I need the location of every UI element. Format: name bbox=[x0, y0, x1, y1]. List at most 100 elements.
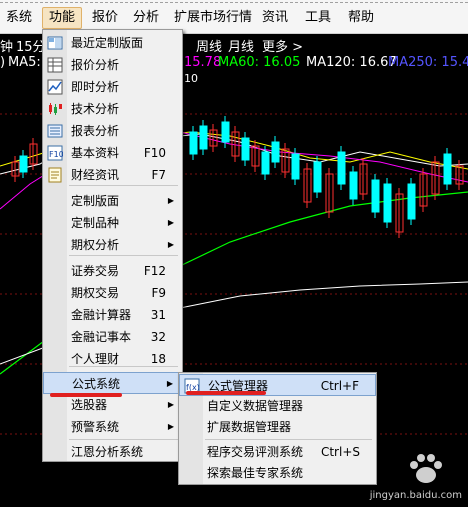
function-menu-item[interactable]: 报价分析 bbox=[43, 54, 182, 76]
menu-item-label: 证券交易 bbox=[71, 264, 120, 278]
submenu-arrow-icon: ▶ bbox=[167, 218, 174, 227]
function-menu-item[interactable]: 选股器 ▶ bbox=[43, 394, 182, 416]
menu-analysis[interactable]: 分析 bbox=[133, 7, 159, 29]
news-icon bbox=[47, 167, 63, 183]
submenu-item-label: 自定义数据管理器 bbox=[207, 399, 304, 413]
menu-item-label: 定制品种 bbox=[71, 216, 120, 230]
candle-body bbox=[383, 183, 392, 223]
menu-item-shortcut: 32 bbox=[150, 330, 166, 344]
menu-item-label: 公式系统 bbox=[72, 377, 121, 391]
candle-body bbox=[443, 153, 452, 185]
paw-logo-icon bbox=[410, 454, 442, 483]
menu-quote[interactable]: 报价 bbox=[92, 7, 118, 29]
submenu-item-label: 扩展数据管理器 bbox=[207, 420, 292, 434]
candle-body bbox=[271, 141, 280, 163]
menu-item-label: 报表分析 bbox=[71, 124, 120, 138]
function-menu-item[interactable]: 定制版面 ▶ bbox=[43, 190, 182, 212]
function-menu-item[interactable]: 证券交易 F12 bbox=[43, 260, 182, 282]
row2-prefix: ) bbox=[0, 55, 6, 70]
svg-text:F10: F10 bbox=[49, 150, 63, 159]
menu-item-label: 期权分析 bbox=[71, 238, 120, 252]
formula-submenu-item[interactable]: 程序交易评测系统 Ctrl+S bbox=[179, 441, 376, 463]
submenu-arrow-icon: ▶ bbox=[167, 400, 174, 409]
submenu-arrow-icon: ▶ bbox=[166, 379, 173, 388]
menu-item-label: 金融计算器 bbox=[71, 308, 132, 322]
line-chart-icon bbox=[47, 79, 63, 95]
candle-body bbox=[189, 131, 198, 155]
menu-tools[interactable]: 工具 bbox=[305, 7, 331, 29]
function-menu-item[interactable]: 技术分析 bbox=[43, 98, 182, 120]
menu-item-shortcut: F9 bbox=[151, 286, 166, 300]
menu-extended-market[interactable]: 扩展市场行情 bbox=[174, 7, 252, 29]
candle-body bbox=[19, 155, 28, 173]
ma20-value: 15.78 bbox=[184, 55, 222, 70]
function-menu-item[interactable]: 金融计算器 31 bbox=[43, 304, 182, 326]
period-week[interactable]: 周线 bbox=[196, 36, 222, 55]
candle-body bbox=[313, 161, 322, 193]
period-month[interactable]: 月线 bbox=[228, 36, 254, 55]
function-menu-item[interactable]: 金融记事本 32 bbox=[43, 326, 182, 348]
candle-body bbox=[407, 183, 416, 220]
formula-submenu: f(x) 公式管理器 Ctrl+F 自定义数据管理器 扩展数据管理器 程序交易评测系统 Ct… bbox=[178, 372, 377, 485]
menu-separator bbox=[205, 439, 372, 440]
function-menu-item[interactable]: 预警系统 ▶ bbox=[43, 416, 182, 438]
menu-item-label: 技术分析 bbox=[71, 102, 120, 116]
function-menu-item[interactable]: 期权分析 ▶ bbox=[43, 234, 182, 256]
ma60-value: MA60: 16.05 bbox=[218, 55, 301, 70]
table-icon bbox=[47, 57, 63, 73]
menu-item-label: 财经资讯 bbox=[71, 168, 120, 182]
menu-item-label: 最近定制版面 bbox=[71, 36, 144, 50]
ma120-value: MA120: 16.67 bbox=[306, 55, 397, 70]
menu-separator bbox=[69, 185, 178, 186]
menu-item-label: 即时分析 bbox=[71, 80, 120, 94]
menu-separator bbox=[69, 366, 178, 367]
formula-submenu-item[interactable]: 扩展数据管理器 bbox=[179, 416, 376, 438]
function-menu-item[interactable]: 定制品种 ▶ bbox=[43, 212, 182, 234]
submenu-item-shortcut: Ctrl+F bbox=[320, 379, 359, 393]
menu-item-label: 基本资料 bbox=[71, 146, 120, 160]
watermark: jingyan.baidu.com bbox=[370, 451, 462, 501]
candle-body bbox=[349, 171, 358, 200]
candle-body bbox=[371, 179, 380, 213]
function-menu-item[interactable]: 江恩分析系统 bbox=[43, 441, 182, 463]
menu-item-label: 期权交易 bbox=[71, 286, 120, 300]
menu-system[interactable]: 系统 bbox=[6, 7, 32, 29]
function-menu-item[interactable]: 财经资讯 F7 bbox=[43, 164, 182, 186]
formula-submenu-item[interactable]: 自定义数据管理器 bbox=[179, 395, 376, 417]
function-menu-item[interactable]: 即时分析 bbox=[43, 76, 182, 98]
ma5-label: MA5: bbox=[8, 55, 41, 70]
function-menu-item[interactable]: 报表分析 bbox=[43, 120, 182, 142]
row3-value: 10 bbox=[184, 72, 198, 85]
function-menu-item[interactable]: F10 基本资料 F10 bbox=[43, 142, 182, 164]
function-menu-item[interactable]: 最近定制版面 bbox=[43, 32, 182, 54]
period-more[interactable]: 更多 > bbox=[262, 36, 303, 55]
menu-help[interactable]: 帮助 bbox=[348, 7, 374, 29]
report-icon bbox=[47, 123, 63, 139]
menu-item-shortcut: F10 bbox=[143, 146, 166, 160]
menu-item-label: 选股器 bbox=[71, 398, 108, 412]
title-divider bbox=[0, 2, 468, 4]
submenu-item-label: 探索最佳专家系统 bbox=[207, 466, 304, 480]
submenu-item-shortcut: Ctrl+S bbox=[320, 445, 360, 459]
layout-icon bbox=[47, 35, 63, 51]
menu-separator bbox=[69, 255, 178, 256]
period-min[interactable]: 钟 bbox=[0, 36, 13, 55]
function-menu-item[interactable]: 期权交易 F9 bbox=[43, 282, 182, 304]
menu-item-shortcut: 31 bbox=[150, 308, 166, 322]
submenu-arrow-icon: ▶ bbox=[167, 240, 174, 249]
function-menu-item[interactable]: 公式系统 ▶ bbox=[43, 372, 182, 394]
menu-item-label: 报价分析 bbox=[71, 58, 120, 72]
submenu-arrow-icon: ▶ bbox=[167, 422, 174, 431]
candlestick-icon bbox=[47, 101, 63, 117]
function-menu: 最近定制版面 报价分析即时分析技术分析报表分析 F10 基本资料 F10 财经资讯 F7 定制… bbox=[42, 29, 183, 462]
formula-submenu-item[interactable]: 探索最佳专家系统 bbox=[179, 462, 376, 484]
watermark-text: jingyan.baidu.com bbox=[369, 490, 462, 501]
f10-icon: F10 bbox=[47, 145, 64, 161]
menu-item-label: 定制版面 bbox=[71, 194, 120, 208]
candle-body bbox=[261, 151, 270, 175]
menu-item-label: 金融记事本 bbox=[71, 330, 132, 344]
menu-news[interactable]: 资讯 bbox=[262, 7, 288, 29]
submenu-item-label: 程序交易评测系统 bbox=[207, 445, 304, 459]
candle-body bbox=[291, 153, 300, 180]
menu-function[interactable]: 功能 bbox=[42, 7, 83, 29]
